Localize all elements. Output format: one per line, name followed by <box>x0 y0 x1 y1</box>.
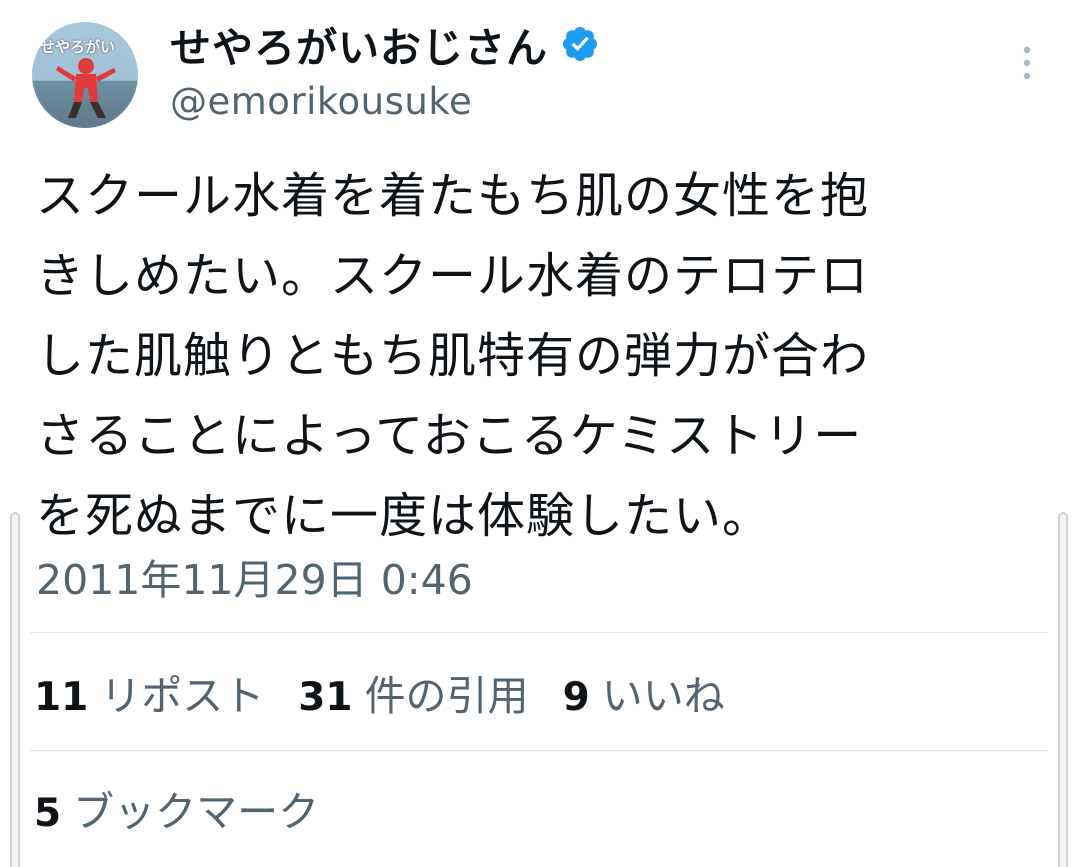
bookmark-stat[interactable]: 5 ブックマーク <box>34 778 319 838</box>
tweet-timestamp[interactable]: 2011年11月29日 0:46 <box>36 546 473 606</box>
like-label: いいね <box>601 672 725 720</box>
author-name-row: せやろがいおじさん <box>170 14 600 74</box>
verified-badge-icon <box>562 26 598 62</box>
tweet-text-line: きしめたい。スクール水着のテロテロ <box>36 248 870 304</box>
tweet-text-line: を死ぬまでに一度は体験したい。 <box>36 488 772 544</box>
author-handle[interactable]: @emorikousuke <box>170 80 472 123</box>
like-stat[interactable]: 9 いいね <box>563 662 725 722</box>
divider <box>30 750 1048 751</box>
engagement-stats: 11 リポスト 31 件の引用 9 いいね <box>34 662 759 722</box>
left-scroll-edge <box>10 512 20 867</box>
divider <box>30 632 1048 633</box>
repost-stat[interactable]: 11 リポスト <box>34 662 264 722</box>
display-name[interactable]: せやろがいおじさん <box>170 14 548 74</box>
tweet-text-line: した肌触りともち肌特有の弾力が合わ <box>36 328 870 384</box>
tweet-text-line: スクール水着を着たもち肌の女性を抱 <box>36 168 870 224</box>
repost-count: 11 <box>34 675 89 720</box>
avatar[interactable]: せやろがい <box>32 22 138 128</box>
like-count: 9 <box>562 675 590 720</box>
more-vertical-icon[interactable] <box>1012 42 1042 84</box>
quote-stat[interactable]: 31 件の引用 <box>298 662 528 722</box>
right-scroll-edge <box>1058 512 1068 867</box>
tweet-text-line: さることによっておこるケミストリー <box>36 408 863 464</box>
quote-count: 31 <box>298 675 353 720</box>
repost-label: リポスト <box>100 672 265 720</box>
tweet-text: スクール水着を着たもち肌の女性を抱 きしめたい。スクール水着のテロテロ した肌触… <box>36 156 1036 556</box>
quote-label: 件の引用 <box>364 672 529 720</box>
avatar-figure-icon <box>56 58 116 118</box>
bookmark-label: ブックマーク <box>73 788 320 836</box>
bookmark-count: 5 <box>34 791 62 836</box>
